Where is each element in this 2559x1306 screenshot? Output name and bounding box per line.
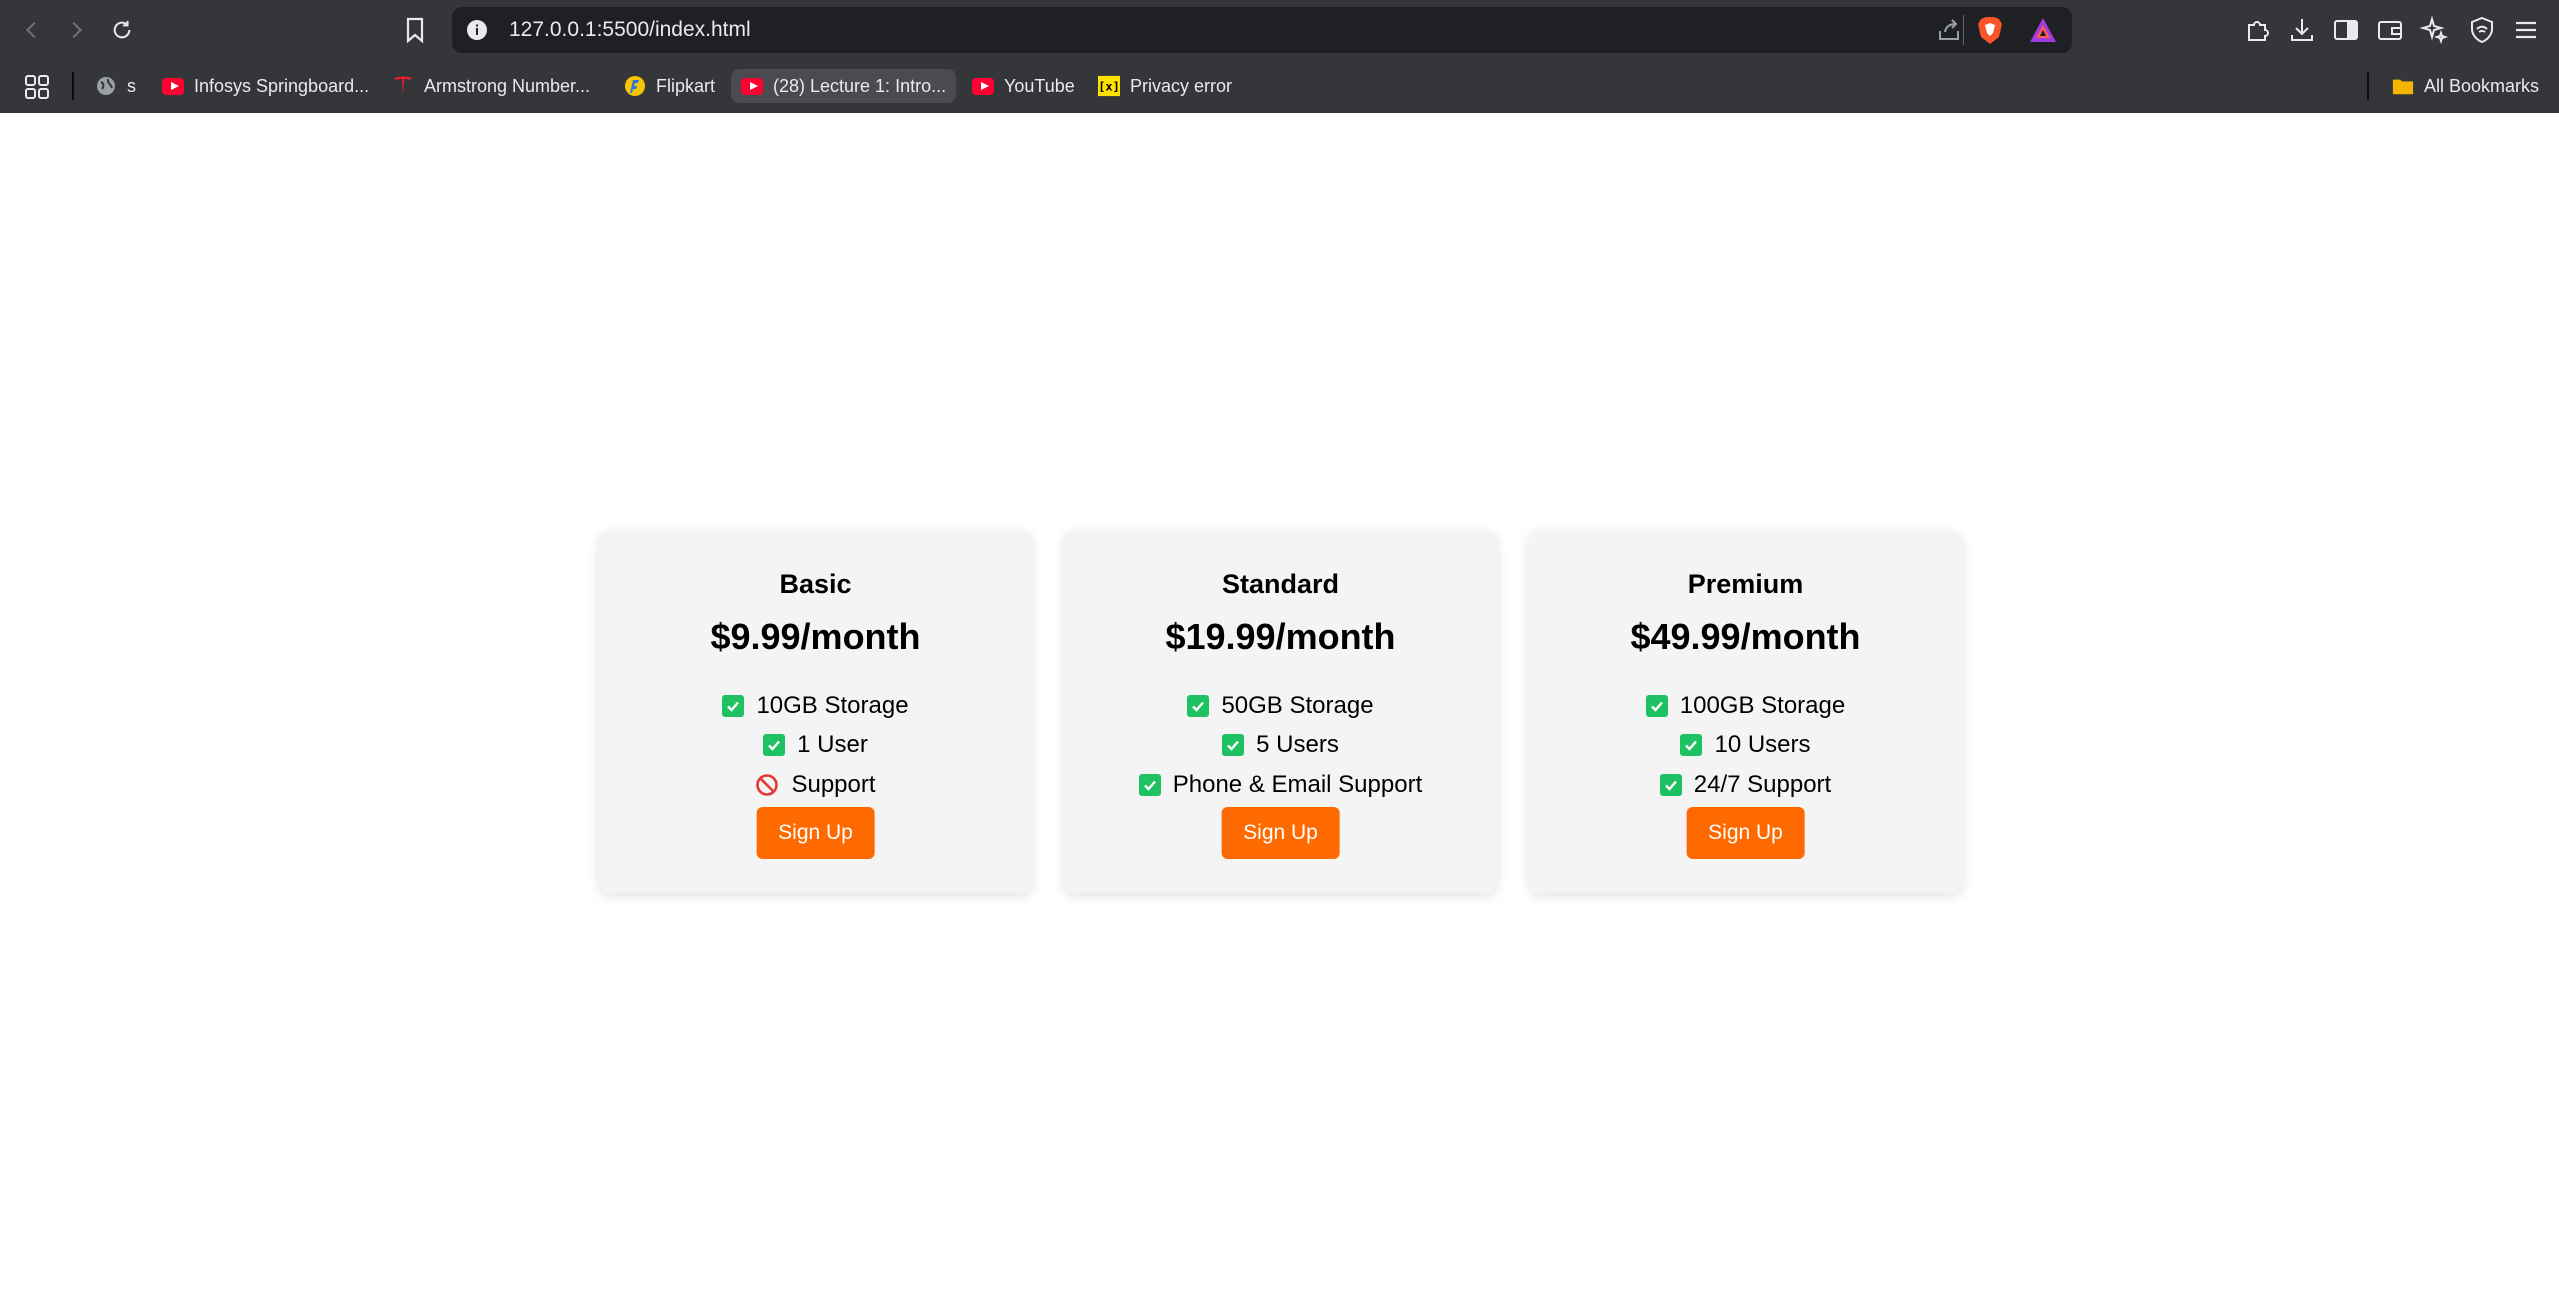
feature-text: 1 User [797,731,868,759]
feature-text: 24/7 Support [1693,770,1832,798]
feature-text: 10 Users [1714,731,1811,759]
bookmark-item[interactable]: Armstrong Number... [392,69,590,103]
check-icon [1138,773,1161,796]
prohibited-icon [755,773,779,797]
back-arrow-icon [25,21,36,39]
apps-grid-icon[interactable] [24,74,50,100]
browser-toolbar: 127.0.0.1:5500/index.html [0,0,2559,60]
reload-button[interactable] [104,12,140,48]
feature-item: 100GB Storage [1529,686,1962,726]
url-text[interactable]: 127.0.0.1:5500/index.html [509,18,751,42]
check-icon [1222,734,1245,757]
feature-text: Phone & Email Support [1172,770,1423,798]
all-bookmarks-button[interactable]: All Bookmarks [2392,69,2539,103]
feature-item: 1 User [599,726,1032,766]
sign-up-button[interactable]: Sign Up [756,807,875,859]
plan-price: $9.99/month [710,616,921,657]
bookmark-label: Infosys Springboard... [194,75,370,96]
bookmark-label: YouTube [1004,75,1075,96]
tesla-icon [392,75,414,97]
feature-item: 10 Users [1529,726,1962,766]
sign-up-button[interactable]: Sign Up [1221,807,1340,859]
address-bar[interactable]: 127.0.0.1:5500/index.html [452,7,2072,53]
feature-text: 50GB Storage [1221,691,1374,719]
warning-icon: [x] [1098,75,1120,97]
back-button[interactable] [14,12,50,48]
youtube-icon [741,75,763,97]
feature-item: Phone & Email Support [1064,765,1497,805]
menu-icon[interactable] [2511,15,2541,45]
forward-button[interactable] [58,12,94,48]
wallet-icon[interactable] [2375,15,2405,45]
feature-list: 50GB Storage 5 Users Phone & Email Suppo… [1064,686,1497,805]
feature-item: 5 Users [1064,726,1497,766]
youtube-icon [162,75,184,97]
bookmark-label: Flipkart [656,75,716,96]
page-content: Basic $9.99/month 10GB Storage 1 User Su… [0,113,2559,1306]
bookmark-label: s [127,75,136,96]
plan-price: $49.99/month [1630,616,1861,657]
bookmark-item[interactable]: (28) Lecture 1: Intro... [731,69,957,103]
check-icon [1659,773,1682,796]
share-icon[interactable] [1936,17,1962,43]
all-bookmarks-label: All Bookmarks [2424,75,2540,96]
feature-text: 5 Users [1256,731,1339,759]
reload-icon [113,20,131,39]
pricing-card-premium: Premium $49.99/month 100GB Storage 10 Us… [1529,531,1962,893]
bookmark-label: Armstrong Number... [424,75,591,96]
extensions-icon[interactable] [2243,15,2273,45]
bookmark-item[interactable]: [x] Privacy error [1098,69,1232,103]
check-icon [1645,694,1668,717]
sign-up-button[interactable]: Sign Up [1686,807,1805,859]
feature-text: Support [791,770,876,798]
bookmarks-divider [2367,72,2369,100]
check-icon [1187,694,1210,717]
pricing-card-basic: Basic $9.99/month 10GB Storage 1 User Su… [599,531,1032,893]
flipkart-icon [624,75,646,97]
sidebar-icon[interactable] [2331,15,2361,45]
download-icon[interactable] [2287,15,2317,45]
bookmark-page-button[interactable] [404,16,426,44]
check-icon [722,694,745,717]
check-icon [1680,734,1703,757]
bookmark-item[interactable]: Flipkart [624,69,715,103]
site-info-icon[interactable] [466,19,488,41]
forward-arrow-icon [72,21,83,39]
folder-icon [2392,75,2414,97]
vpn-shield-icon[interactable] [2467,15,2497,45]
bookmark-item[interactable]: Infosys Springboard... [162,69,369,103]
feature-item: 24/7 Support [1529,765,1962,805]
feature-text: 100GB Storage [1679,691,1846,719]
feature-list: 10GB Storage 1 User Support [599,686,1032,805]
bookmark-label: Privacy error [1130,75,1233,96]
brave-rewards-icon[interactable] [2028,16,2058,44]
feature-text: 10GB Storage [756,691,909,719]
plan-name: Premium [1687,569,1804,599]
pricing-card-standard: Standard $19.99/month 50GB Storage 5 Use… [1064,531,1497,893]
youtube-icon [972,75,994,97]
feature-item: 50GB Storage [1064,686,1497,726]
browser-chrome: 127.0.0.1:5500/index.html s Infosys Spri… [0,0,2559,113]
plan-name: Standard [1221,569,1340,599]
plan-price: $19.99/month [1165,616,1396,657]
plan-name: Basic [779,569,852,599]
bookmark-item[interactable]: YouTube [972,69,1075,103]
brave-shields-icon[interactable] [1976,15,2004,45]
feature-item: 10GB Storage [599,686,1032,726]
feature-item: Support [599,765,1032,805]
bookmark-icon [406,17,424,44]
globe-icon [95,75,117,97]
leo-ai-icon[interactable] [2419,15,2449,45]
bookmarks-divider [72,72,74,100]
bookmark-item[interactable]: s [95,69,136,103]
bookmark-label: (28) Lecture 1: Intro... [773,75,947,96]
bookmarks-bar: s Infosys Springboard... Armstrong Numbe… [0,60,2559,113]
check-icon [763,734,786,757]
svg-text:[x]: [x] [1098,80,1120,94]
feature-list: 100GB Storage 10 Users 24/7 Support [1529,686,1962,805]
omnibox-divider [1963,15,1964,45]
